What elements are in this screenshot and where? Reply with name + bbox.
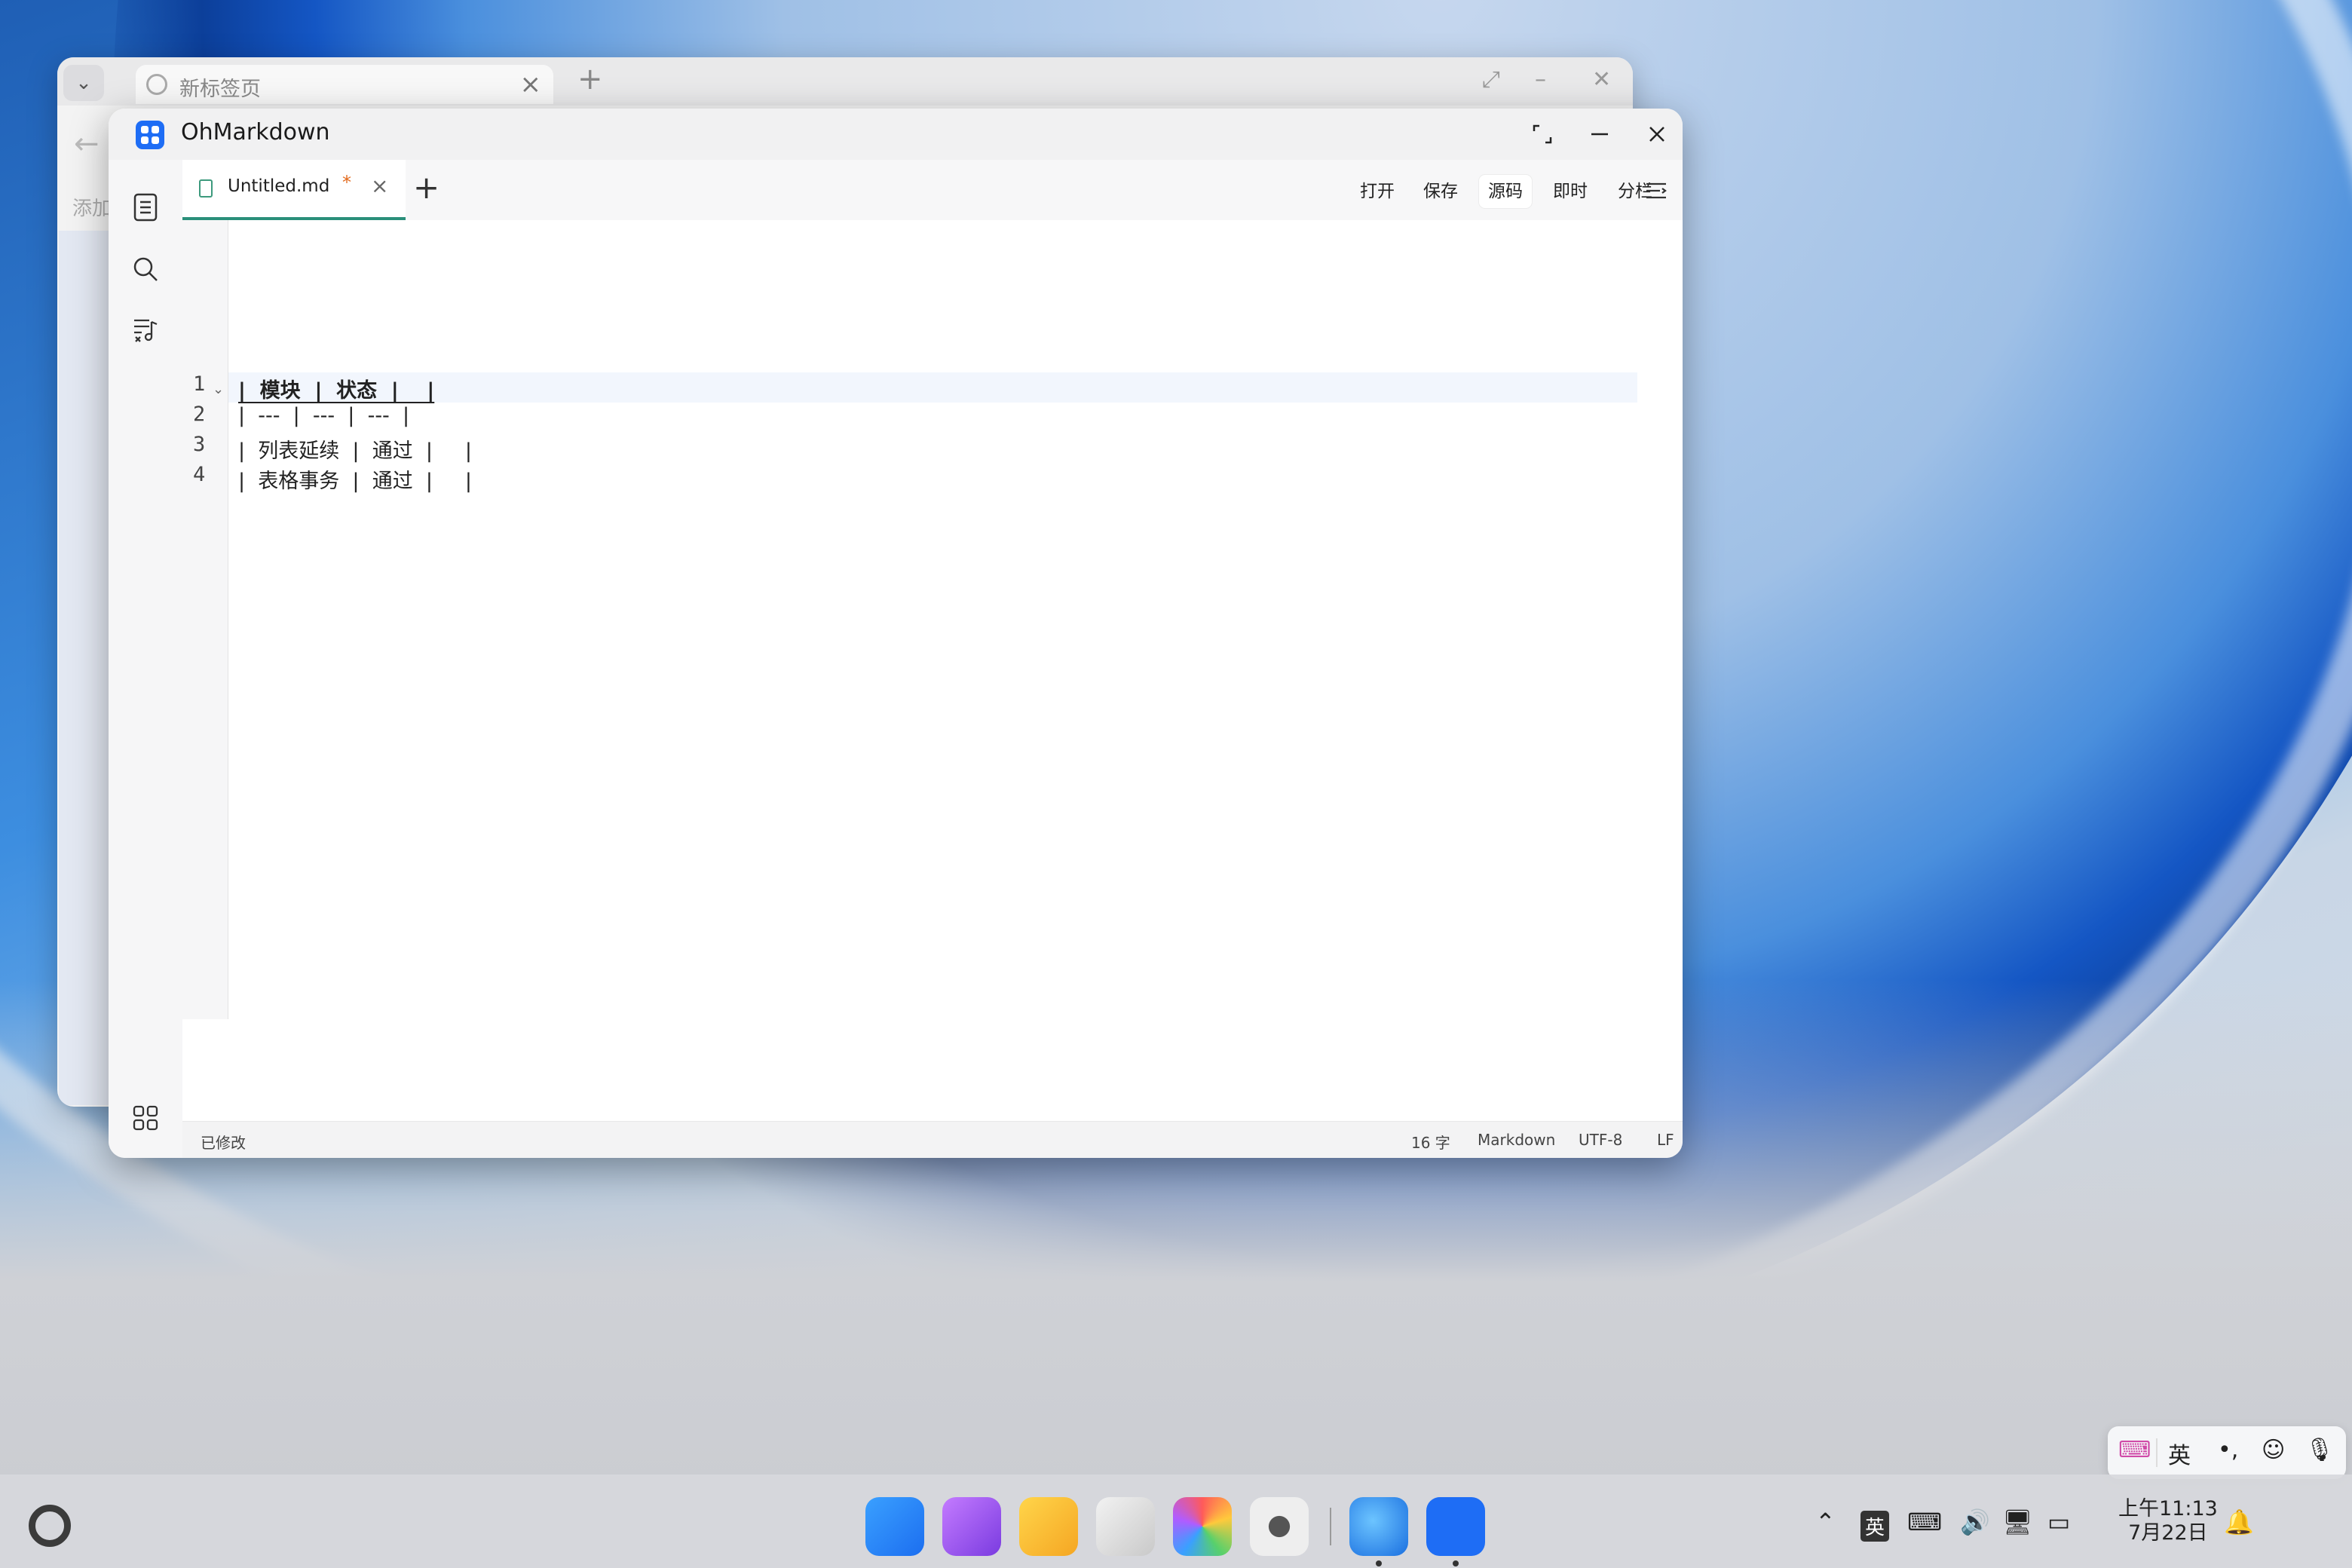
- clock-date: 7月22日: [2128, 1521, 2208, 1545]
- instant-mode-button[interactable]: 即时: [1544, 175, 1597, 208]
- restore-icon: [1533, 124, 1552, 144]
- modified-marker: *: [342, 172, 351, 193]
- line-number-gutter: [182, 220, 228, 1019]
- restore-window-button[interactable]: [1521, 116, 1563, 152]
- trash-icon[interactable]: [1096, 1497, 1155, 1556]
- close-tab-icon[interactable]: ×: [520, 69, 542, 100]
- status-bar: 已修改 16 字 Markdown UTF-8 LF: [182, 1121, 1683, 1158]
- running-indicator: [1376, 1560, 1382, 1566]
- app-launcher-icon[interactable]: [865, 1497, 924, 1556]
- new-tab-button[interactable]: +: [577, 62, 603, 96]
- close-file-tab-icon[interactable]: ×: [371, 173, 388, 198]
- open-button[interactable]: 打开: [1351, 175, 1404, 208]
- restore-icon[interactable]: ⤢: [1482, 66, 1500, 93]
- title-bar: OhMarkdown: [109, 109, 1683, 160]
- tab-list-dropdown-button[interactable]: ⌄: [63, 65, 104, 101]
- punctuation-icon[interactable]: •,: [2218, 1437, 2238, 1463]
- minimize-icon[interactable]: –: [1535, 66, 1546, 93]
- browser-tab-title: 新标签页: [179, 78, 261, 101]
- source-editor[interactable]: 1 ⌄ 2 3 4 | 模块 | 状态 | | | --- | --- | --…: [182, 220, 1683, 1122]
- close-icon: [1649, 127, 1664, 142]
- back-arrow-icon[interactable]: ←: [74, 127, 100, 161]
- emoji-icon[interactable]: ☺: [2262, 1437, 2285, 1463]
- line-number: 1: [193, 372, 206, 396]
- activity-sidebar: [109, 160, 182, 1158]
- status-language[interactable]: Markdown: [1478, 1131, 1555, 1149]
- code-line[interactable]: | 列表延续 | 通过 | |: [238, 434, 472, 464]
- outline-icon: [134, 319, 158, 342]
- status-encoding[interactable]: UTF-8: [1579, 1131, 1622, 1149]
- volume-icon[interactable]: 🔊: [1960, 1508, 1990, 1536]
- browser-tab[interactable]: 新标签页 ×: [136, 65, 553, 104]
- display-icon[interactable]: 🖥: [2002, 1508, 2033, 1536]
- app-title: OhMarkdown: [181, 119, 330, 145]
- sidebar-apps-button[interactable]: [130, 1102, 161, 1134]
- code-line[interactable]: | 模块 | 状态 | |: [238, 374, 434, 403]
- line-number: 4: [193, 463, 206, 486]
- menu-icon[interactable]: [1645, 179, 1668, 202]
- battery-icon[interactable]: ▭: [2047, 1508, 2070, 1536]
- minimize-window-button[interactable]: [1579, 116, 1621, 152]
- tray-keyboard-icon[interactable]: ⌨: [1907, 1508, 1942, 1536]
- status-line-ending[interactable]: LF: [1657, 1131, 1674, 1149]
- tray-expand-icon[interactable]: ⌃: [1815, 1508, 1836, 1536]
- ohmarkdown-window[interactable]: OhMarkdown Untitled.md * × + 打开 保存 源码 即时…: [109, 109, 1683, 1158]
- clock-time: 上午11:13: [2118, 1497, 2218, 1521]
- browser-tabbar: ⌄ 新标签页 × + ⤢ – ✕: [57, 57, 1633, 106]
- grid-icon: [133, 1105, 158, 1131]
- notification-bell-icon[interactable]: 🔔: [2224, 1508, 2254, 1536]
- tray-ime-indicator[interactable]: 英: [1860, 1511, 1890, 1542]
- new-file-tab-button[interactable]: +: [413, 169, 439, 206]
- file-tab-name: Untitled.md: [228, 176, 330, 196]
- running-indicator: [1453, 1560, 1459, 1566]
- line-number: 3: [193, 433, 206, 456]
- code-line[interactable]: | --- | --- | --- |: [238, 404, 409, 427]
- files-icon[interactable]: [1019, 1497, 1078, 1556]
- start-button[interactable]: [29, 1505, 71, 1547]
- source-mode-button[interactable]: 源码: [1479, 175, 1532, 208]
- status-modified: 已修改: [201, 1134, 246, 1152]
- microphone-icon[interactable]: 🎙: [2305, 1437, 2334, 1463]
- preview-mode-button[interactable]: 预览: [1674, 175, 1683, 208]
- code-line[interactable]: | 表格事务 | 通过 | |: [238, 464, 472, 494]
- app-logo-icon: [136, 121, 164, 149]
- search-icon: [133, 257, 158, 281]
- ime-logo-icon[interactable]: ⌨: [2118, 1437, 2151, 1463]
- dock-separator: [1330, 1508, 1331, 1545]
- minimize-icon: [1591, 133, 1608, 136]
- taskbar: ⌃ 英 ⌨ 🔊 🖥 ▭ 上午11:13 7月22日 🔔: [0, 1475, 2352, 1568]
- fold-chevron-icon[interactable]: ⌄: [213, 381, 224, 397]
- ime-language-toggle[interactable]: 英: [2168, 1437, 2191, 1470]
- clock[interactable]: 上午11:13 7月22日: [2118, 1497, 2218, 1545]
- multitask-icon[interactable]: [942, 1497, 1001, 1556]
- photos-icon[interactable]: [1173, 1497, 1232, 1556]
- close-icon[interactable]: ✕: [1592, 66, 1611, 93]
- settings-icon[interactable]: [1250, 1497, 1309, 1556]
- close-window-button[interactable]: [1636, 116, 1678, 152]
- browser-icon[interactable]: [1349, 1497, 1408, 1556]
- ime-toolbar: ⌨ 英 •, ☺ 🎙: [2108, 1426, 2346, 1479]
- file-tab[interactable]: Untitled.md * ×: [182, 160, 406, 220]
- ohmarkdown-icon[interactable]: [1426, 1497, 1485, 1556]
- add-label: 添加: [72, 198, 112, 220]
- markdown-file-icon: [199, 179, 213, 198]
- globe-icon: [146, 74, 167, 95]
- sidebar-files-button[interactable]: [130, 191, 161, 223]
- file-tab-strip: Untitled.md * × + 打开 保存 源码 即时 分栏 预览: [182, 160, 1683, 221]
- sidebar-search-button[interactable]: [130, 253, 161, 285]
- save-button[interactable]: 保存: [1414, 175, 1467, 208]
- status-char-count: 16 字: [1411, 1134, 1450, 1152]
- line-number: 2: [193, 403, 206, 426]
- sidebar-outline-button[interactable]: [130, 314, 161, 345]
- document-icon: [133, 193, 158, 222]
